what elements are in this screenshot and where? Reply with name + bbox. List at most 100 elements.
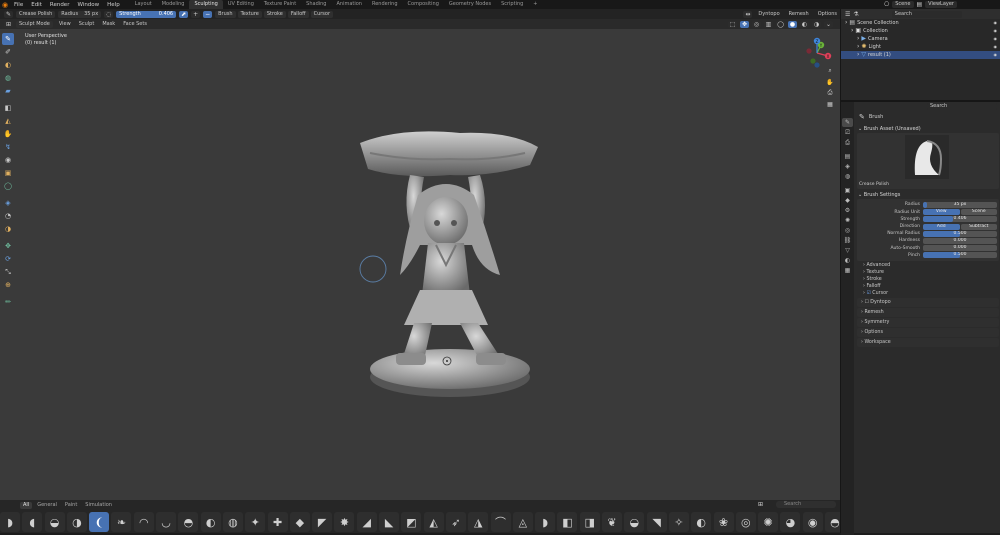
shelf-brush-thumbnail[interactable]: ◤: [312, 512, 333, 532]
dyntopo-toggle[interactable]: Dyntopo: [755, 11, 782, 18]
perspective-toggle-icon[interactable]: ▦: [826, 100, 834, 108]
filter-icon[interactable]: ⚗: [853, 11, 858, 18]
gizmo-neg-x-axis[interactable]: [806, 48, 812, 54]
header-menu-texture[interactable]: Texture: [237, 10, 262, 18]
properties-tab-modifier[interactable]: ⚙: [842, 206, 853, 215]
properties-tab-output[interactable]: ⎙: [842, 138, 853, 147]
view-menu-sculpt[interactable]: Sculpt: [76, 21, 98, 28]
box-mask-tool[interactable]: ▣: [2, 167, 14, 179]
tab-shading[interactable]: Shading: [301, 0, 331, 9]
shelf-brush-thumbnail[interactable]: ✦: [245, 512, 266, 532]
menu-file[interactable]: File: [10, 2, 27, 8]
header-menu-cursor[interactable]: Cursor: [310, 10, 334, 18]
shelf-brush-thumbnail[interactable]: ◐: [691, 512, 712, 532]
shelf-brush-thumbnail[interactable]: ◓: [178, 512, 199, 532]
mode-selector[interactable]: Sculpt Mode: [16, 20, 53, 28]
scene-field[interactable]: Scene: [892, 1, 914, 8]
shelf-brush-thumbnail[interactable]: ◍: [222, 512, 243, 532]
trim-tool[interactable]: ◔: [2, 210, 14, 222]
menu-help[interactable]: Help: [103, 2, 124, 8]
outliner-item-light[interactable]: › ✺ Light ◉: [841, 43, 1000, 51]
header-menu-stroke[interactable]: Stroke: [263, 10, 286, 18]
shelf-brush-thumbnail[interactable]: ◢: [356, 512, 377, 532]
shelf-brush-thumbnail[interactable]: ◠: [133, 512, 154, 532]
view-menu-view[interactable]: View: [56, 21, 74, 28]
shelf-brush-thumbnail[interactable]: ◒: [624, 512, 645, 532]
shelf-brush-thumbnail[interactable]: ◕: [780, 512, 801, 532]
options-menu[interactable]: Options: [815, 11, 840, 18]
xray-icon[interactable]: ▥: [764, 20, 773, 28]
view-layer-field[interactable]: ViewLayer: [925, 1, 957, 8]
shelf-brush-thumbnail[interactable]: ◧: [557, 512, 578, 532]
outliner-item-scene-collection[interactable]: › ▤ Scene Collection ◉: [841, 19, 1000, 27]
shelf-brush-thumbnail[interactable]: ◡: [156, 512, 177, 532]
shelf-brush-thumbnail[interactable]: ✚: [267, 512, 288, 532]
properties-tab-material[interactable]: ◐: [842, 256, 853, 265]
add-workspace-button[interactable]: +: [528, 0, 542, 9]
setting-slider[interactable]: 0.406: [923, 216, 997, 223]
properties-tab-physics[interactable]: ◎: [842, 226, 853, 235]
shelf-tab-general[interactable]: General: [34, 502, 60, 509]
zoom-icon[interactable]: ⌕: [826, 67, 834, 75]
shelf-brush-thumbnail[interactable]: ✸: [334, 512, 355, 532]
strength-field[interactable]: Strength 0.406: [116, 10, 177, 18]
shelf-search-input[interactable]: Search: [776, 501, 836, 508]
visibility-eye-icon[interactable]: ◉: [994, 43, 998, 51]
shelf-brush-thumbnail[interactable]: ❦: [602, 512, 623, 532]
fill-tool[interactable]: ◧: [2, 102, 14, 114]
outliner-expand-icon[interactable]: ›: [845, 19, 847, 27]
smooth-tool[interactable]: ◍: [2, 72, 14, 84]
tab-modeling[interactable]: Modeling: [157, 0, 190, 9]
scrape-tool[interactable]: ◭: [2, 115, 14, 127]
properties-search-input[interactable]: Search: [927, 103, 997, 110]
properties-tab-texture[interactable]: ▦: [842, 266, 853, 275]
properties-tab-collection[interactable]: ▣: [842, 186, 853, 195]
shelf-brush-thumbnail[interactable]: ◬: [512, 512, 533, 532]
outliner-expand-icon[interactable]: ›: [857, 51, 859, 59]
symmetry-icon[interactable]: ⇹: [743, 10, 753, 18]
shelf-brush-thumbnail[interactable]: ✧: [668, 512, 689, 532]
tab-uv-editing[interactable]: UV Editing: [223, 0, 259, 9]
shelf-brush-thumbnail[interactable]: ◮: [468, 512, 489, 532]
brush-settings-header[interactable]: ⌄ Brush Settings: [855, 191, 1000, 199]
shelf-brush-thumbnail[interactable]: ◒: [44, 512, 65, 532]
setting-option-scene[interactable]: Scene: [960, 209, 997, 216]
view-menu-face-sets[interactable]: Face Sets: [120, 21, 150, 28]
shelf-brush-thumbnail[interactable]: ◗: [535, 512, 556, 532]
header-menu-brush[interactable]: Brush: [215, 10, 236, 18]
shelf-brush-thumbnail[interactable]: ◐: [200, 512, 221, 532]
scale-tool[interactable]: ⤡: [2, 266, 14, 278]
shelf-brush-thumbnail[interactable]: ➶: [445, 512, 466, 532]
shelf-brush-thumbnail[interactable]: ◩: [401, 512, 422, 532]
snake-hook-tool[interactable]: ↯: [2, 141, 14, 153]
subpanel-cursor[interactable]: › ☑ Cursor: [855, 290, 1000, 297]
tab-sculpting[interactable]: Sculpting: [189, 0, 223, 9]
setting-slider[interactable]: 0.500: [923, 230, 997, 237]
line-project-tool[interactable]: ◑: [2, 223, 14, 235]
shelf-brush-thumbnail[interactable]: ✺: [758, 512, 779, 532]
visibility-eye-icon[interactable]: ◉: [994, 19, 998, 27]
clay-tool[interactable]: ✐: [2, 46, 14, 58]
shelf-brush-thumbnail[interactable]: ❧: [111, 512, 132, 532]
outliner-item-collection[interactable]: › ▣ Collection ◉: [841, 27, 1000, 35]
face-set-tool[interactable]: ◈: [2, 197, 14, 209]
shelf-brush-thumbnail[interactable]: ◥: [646, 512, 667, 532]
visibility-eye-icon[interactable]: ◉: [994, 51, 998, 59]
draw-tool[interactable]: ✎: [2, 33, 14, 45]
direction-add-button[interactable]: +: [191, 10, 201, 18]
selectability-icon[interactable]: ⬚: [728, 20, 737, 28]
gizmo-neg-z-axis[interactable]: [814, 62, 820, 68]
lasso-tool[interactable]: ◯: [2, 180, 14, 192]
subpanel-advanced[interactable]: › Advanced: [855, 262, 1000, 269]
mask-tool[interactable]: ◉: [2, 154, 14, 166]
crease-tool[interactable]: ◐: [2, 59, 14, 71]
outliner-editor-icon[interactable]: ☰: [845, 11, 850, 18]
brush-preview-thumbnail[interactable]: [905, 135, 949, 179]
tab-layout[interactable]: Layout: [130, 0, 157, 9]
properties-tab-scene[interactable]: ◈: [842, 162, 853, 171]
solid-shading-icon[interactable]: ●: [788, 20, 797, 28]
tab-texture-paint[interactable]: Texture Paint: [259, 0, 301, 9]
overlay-toggle-icon[interactable]: ◎: [752, 20, 761, 28]
annotate-tool[interactable]: ✏: [2, 296, 14, 308]
shelf-brush-thumbnail[interactable]: ◑: [66, 512, 87, 532]
